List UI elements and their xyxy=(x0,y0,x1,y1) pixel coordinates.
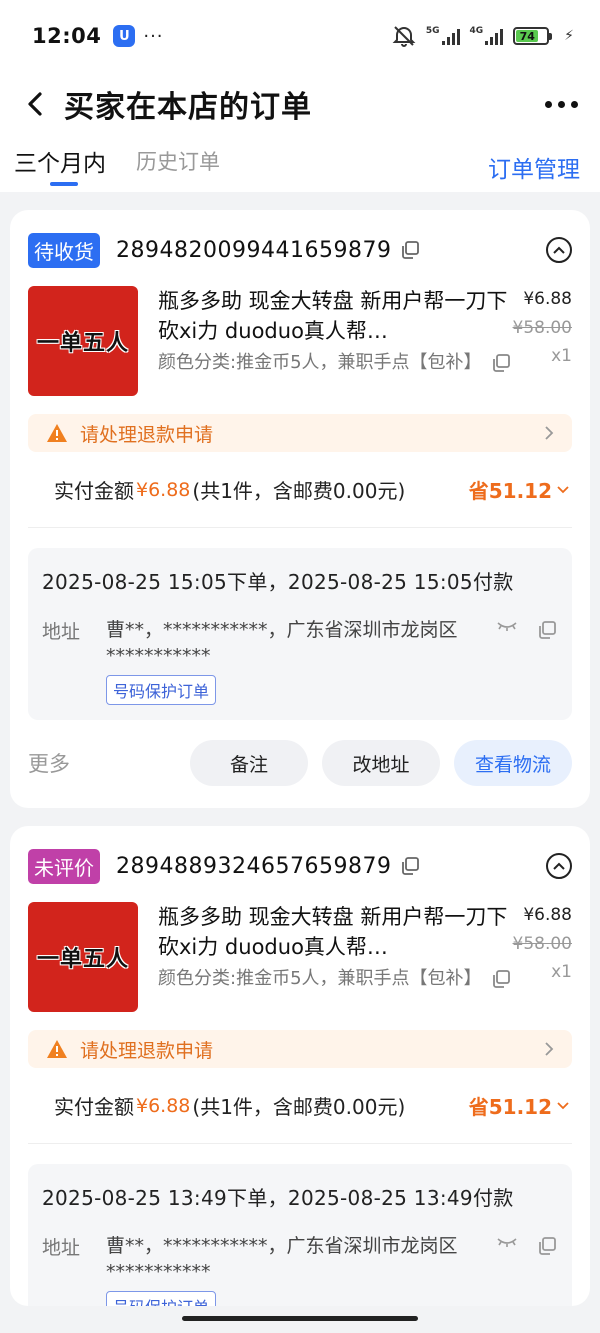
more-actions-button[interactable]: 更多 xyxy=(28,748,70,778)
chevron-up-icon[interactable] xyxy=(546,853,572,879)
battery-icon: 74 xyxy=(513,27,553,45)
signal-4g-icon: 4G xyxy=(470,27,504,45)
order-number: 2894889324657659879 xyxy=(116,853,392,879)
refund-request-bar[interactable]: 请处理退款申请 xyxy=(28,414,572,452)
warning-icon xyxy=(46,423,68,443)
charging-icon: ⚡ xyxy=(564,28,574,44)
chevron-down-icon xyxy=(557,485,569,493)
chevron-up-icon[interactable] xyxy=(546,237,572,263)
more-notifications-icon: ··· xyxy=(143,25,164,47)
copy-icon[interactable] xyxy=(399,239,421,261)
price-column: ¥6.88 ¥58.00 x1 xyxy=(512,902,572,1012)
chevron-right-icon xyxy=(544,1041,554,1057)
goods-item[interactable]: 一单五人 瓶多多助 现金大转盘 新用户帮一刀下砍xi力 duoduo真人帮… 颜… xyxy=(28,902,572,1012)
pay-label: 实付金额 xyxy=(54,1095,134,1119)
savings-toggle[interactable]: 省51.12 xyxy=(469,1091,570,1120)
goods-thumbnail[interactable]: 一单五人 xyxy=(28,902,138,1012)
order-header: 待收货 2894820099441659879 xyxy=(28,230,572,270)
goods-quantity: x1 xyxy=(551,346,572,366)
order-info-box: 2025-08-25 15:05下单，2025-08-25 15:05付款 地址… xyxy=(28,548,572,720)
address-text: 曹**，***********，广东省深圳市龙岗区*********** xyxy=(106,1235,458,1283)
address-text: 曹**，***********，广东省深圳市龙岗区*********** xyxy=(106,619,458,667)
original-price: ¥58.00 xyxy=(512,934,572,954)
home-indicator[interactable] xyxy=(182,1316,418,1321)
tab-bar: 三个月内 历史订单 订单管理 xyxy=(0,136,600,192)
order-time: 2025-08-25 15:05下单，2025-08-25 15:05付款 xyxy=(42,570,514,594)
goods-item[interactable]: 一单五人 瓶多多助 现金大转盘 新用户帮一刀下砍xi力 duoduo真人帮… 颜… xyxy=(28,286,572,396)
status-time: 12:04 xyxy=(32,24,102,48)
order-card[interactable]: 待收货 2894820099441659879 一单五人 瓶多多助 现金大转盘 … xyxy=(10,210,590,808)
nav-bar: 买家在本店的订单 xyxy=(0,72,600,136)
number-protection-tag: 号码保护订单 xyxy=(106,675,217,705)
note-button[interactable]: 备注 xyxy=(190,740,308,786)
refund-text: 请处理退款申请 xyxy=(80,1039,214,1062)
change-address-button[interactable]: 改地址 xyxy=(322,740,440,786)
order-header: 未评价 2894889324657659879 xyxy=(28,846,572,886)
top-bar: 12:04 U ··· 5G 4G 74 ⚡ 买家在本店的订单 三个月内 历史订… xyxy=(0,0,600,192)
order-card[interactable]: 未评价 2894889324657659879 一单五人 瓶多多助 现金大转盘 … xyxy=(10,826,590,1306)
order-number: 2894820099441659879 xyxy=(116,237,392,263)
pay-amount: ¥6.88 xyxy=(136,478,191,501)
goods-sku: 颜色分类:推金币5人，兼职手点【包补】 xyxy=(158,352,482,373)
back-icon[interactable] xyxy=(22,91,48,117)
goods-price: ¥6.88 xyxy=(523,905,572,925)
signal-5g-icon: 5G xyxy=(426,27,460,45)
chevron-right-icon xyxy=(544,425,554,441)
pay-label: 实付金额 xyxy=(54,479,134,503)
goods-title: 瓶多多助 现金大转盘 新用户帮一刀下砍xi力 duoduo真人帮… xyxy=(158,289,508,343)
copy-icon[interactable] xyxy=(490,352,512,378)
number-protection-tag: 号码保护订单 xyxy=(106,1291,217,1306)
mute-icon xyxy=(392,26,416,47)
pay-details: (共1件，含邮费0.00元) xyxy=(192,1095,406,1119)
address-label: 地址 xyxy=(42,1237,81,1259)
order-manage-link[interactable]: 订单管理 xyxy=(488,142,580,184)
goods-sku: 颜色分类:推金币5人，兼职手点【包补】 xyxy=(158,968,482,989)
goods-title: 瓶多多助 现金大转盘 新用户帮一刀下砍xi力 duoduo真人帮… xyxy=(158,905,508,959)
page-title: 买家在本店的订单 xyxy=(64,90,312,125)
tab-history[interactable]: 历史订单 xyxy=(136,142,220,176)
order-info-box: 2025-08-25 13:49下单，2025-08-25 13:49付款 地址… xyxy=(28,1164,572,1306)
status-badge: 未评价 xyxy=(28,848,100,884)
chevron-down-icon xyxy=(557,1101,569,1109)
pay-details: (共1件，含邮费0.00元) xyxy=(192,479,406,503)
refund-text: 请处理退款申请 xyxy=(80,423,214,446)
warning-icon xyxy=(46,1039,68,1059)
tab-three-months[interactable]: 三个月内 xyxy=(14,142,106,186)
refund-request-bar[interactable]: 请处理退款申请 xyxy=(28,1030,572,1068)
copy-icon[interactable] xyxy=(536,619,558,641)
order-time: 2025-08-25 13:49下单，2025-08-25 13:49付款 xyxy=(42,1186,514,1210)
goods-price: ¥6.88 xyxy=(523,289,572,309)
price-column: ¥6.88 ¥58.00 x1 xyxy=(512,286,572,396)
goods-quantity: x1 xyxy=(551,962,572,982)
status-icons: 5G 4G 74 ⚡ xyxy=(392,25,574,47)
original-price: ¥58.00 xyxy=(512,318,572,338)
eye-closed-icon[interactable] xyxy=(496,1235,518,1249)
eye-closed-icon[interactable] xyxy=(496,619,518,633)
copy-icon[interactable] xyxy=(536,1235,558,1257)
pay-amount: ¥6.88 xyxy=(136,1094,191,1117)
copy-icon[interactable] xyxy=(399,855,421,877)
app-notification-icon: U xyxy=(113,25,136,47)
goods-info: 瓶多多助 现金大转盘 新用户帮一刀下砍xi力 duoduo真人帮… 颜色分类:推… xyxy=(158,902,512,1012)
payment-summary: 实付金额 ¥6.88 (共1件，含邮费0.00元) 省51.12 xyxy=(28,1068,572,1144)
payment-summary: 实付金额 ¥6.88 (共1件，含邮费0.00元) 省51.12 xyxy=(28,452,572,528)
more-options-icon[interactable] xyxy=(545,100,578,108)
address-label: 地址 xyxy=(42,621,81,643)
status-badge: 待收货 xyxy=(28,232,100,268)
view-logistics-button[interactable]: 查看物流 xyxy=(454,740,572,786)
order-actions: 更多 备注 改地址 查看物流 xyxy=(28,740,572,786)
goods-thumbnail[interactable]: 一单五人 xyxy=(28,286,138,396)
status-bar: 12:04 U ··· 5G 4G 74 ⚡ xyxy=(0,0,600,72)
copy-icon[interactable] xyxy=(490,968,512,994)
goods-info: 瓶多多助 现金大转盘 新用户帮一刀下砍xi力 duoduo真人帮… 颜色分类:推… xyxy=(158,286,512,396)
savings-toggle[interactable]: 省51.12 xyxy=(469,475,570,504)
